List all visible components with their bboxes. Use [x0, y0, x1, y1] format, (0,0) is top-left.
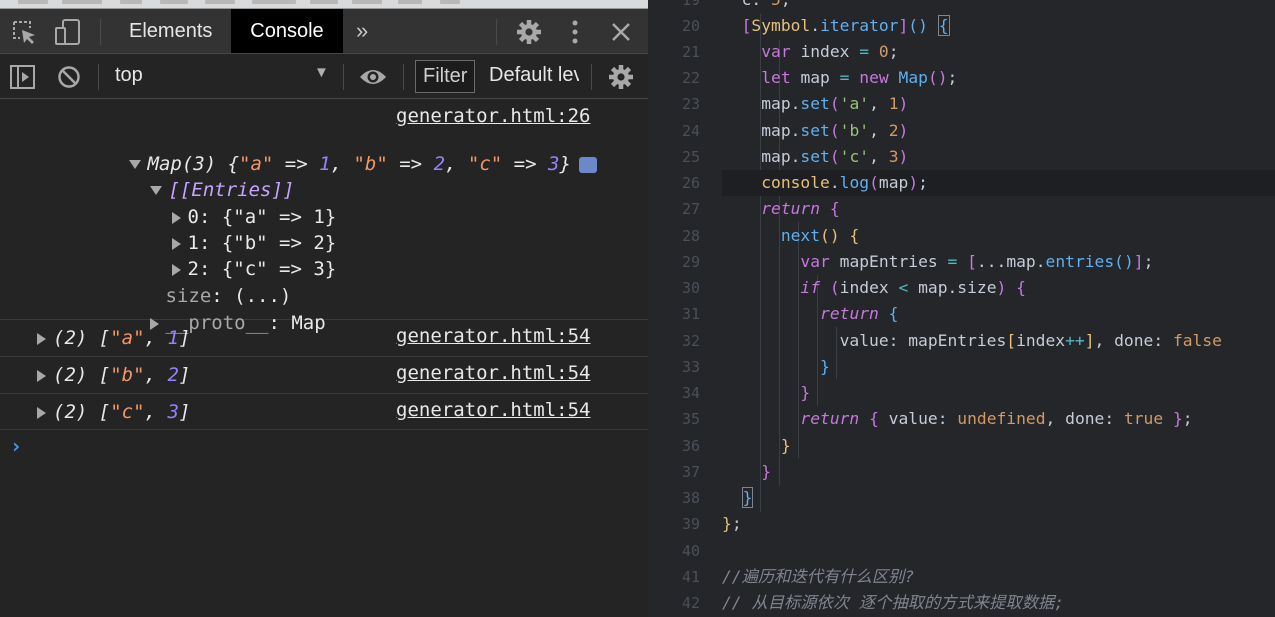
settings-icon[interactable] [516, 19, 542, 45]
console-message-array: (2) ["c", 3] generator.html:54 [0, 394, 648, 430]
close-icon[interactable] [608, 19, 634, 45]
code-line: 19 c: 5, [681, 0, 791, 9]
array-summary[interactable]: (2) ["c", 3] [37, 401, 190, 423]
collapsed-arrow-icon[interactable] [37, 332, 46, 345]
code-line: 27 return { [681, 199, 840, 218]
code-line: 33 } [681, 357, 830, 376]
context-selector[interactable]: top [115, 64, 143, 87]
code-line: 21 var index = 0; [681, 42, 899, 61]
code-line: 22 let map = new Map(); [681, 68, 958, 87]
eye-icon[interactable] [359, 67, 387, 87]
devtools-panel: Elements Console » top ▼ Filter Default … [0, 0, 648, 617]
code-line: 24 map.set('b', 2) [681, 121, 909, 140]
tab-console[interactable]: Console [231, 9, 343, 53]
devtools-tabbar: Elements Console » [0, 9, 648, 54]
console-prompt[interactable]: › [10, 434, 22, 458]
code-line: 31 return { [681, 304, 899, 323]
console-output: generator.html:26 Map(3) {"a" => 1, "b" … [0, 100, 648, 617]
inspect-icon[interactable] [11, 19, 37, 45]
log-levels-dropdown[interactable]: Default levels [489, 64, 579, 87]
device-toggle-icon[interactable] [55, 19, 81, 45]
code-line: 39}; [681, 514, 742, 533]
code-line: 20 [Symbol.iterator]() { [681, 15, 950, 36]
code-editor[interactable]: 19 c: 5, 20 [Symbol.iterator]() { 21 var… [648, 0, 1275, 617]
source-link[interactable]: generator.html:54 [396, 399, 590, 421]
filter-input[interactable]: Filter [415, 60, 475, 93]
code-line: 23 map.set('a', 1) [681, 94, 909, 113]
code-line-active: 26 console.log(map); [682, 170, 1275, 197]
source-link[interactable]: generator.html:26 [396, 105, 590, 127]
sidebar-toggle-icon[interactable] [10, 65, 35, 89]
code-line: 25 map.set('c', 3) [681, 147, 909, 166]
source-link[interactable]: generator.html:54 [396, 362, 590, 384]
code-line: 29 var mapEntries = [...map.entries()]; [681, 252, 1154, 271]
array-summary[interactable]: (2) ["b", 2] [37, 364, 190, 386]
code-line: 35 return { value: undefined, done: true… [681, 409, 1193, 428]
code-line: 37 } [681, 462, 772, 481]
code-line: 32 value: mapEntries[index++], done: fal… [681, 331, 1222, 350]
array-summary[interactable]: (2) ["a", 1] [37, 327, 190, 349]
console-message-map: generator.html:26 Map(3) {"a" => 1, "b" … [0, 100, 648, 334]
info-icon[interactable] [578, 156, 597, 173]
console-message-array: (2) ["a", 1] generator.html:54 [0, 320, 648, 357]
code-line: 40 [681, 542, 700, 560]
tab-elements[interactable]: Elements [129, 9, 212, 53]
code-line: 28 next() { [681, 226, 860, 245]
clear-console-icon[interactable] [57, 65, 81, 89]
console-filterbar: top ▼ Filter Default levels [0, 55, 648, 99]
browser-bookmarks-strip [0, 0, 648, 9]
collapsed-arrow-icon[interactable] [37, 406, 46, 419]
code-line: 38 } [681, 487, 754, 508]
source-link[interactable]: generator.html:54 [396, 325, 590, 347]
console-settings-icon[interactable] [608, 64, 634, 90]
code-line: 41//遍历和迭代有什么区别? [681, 567, 915, 586]
code-line: 36 } [681, 436, 791, 455]
console-message-array: (2) ["b", 2] generator.html:54 [0, 357, 648, 394]
code-line: 34 } [681, 383, 811, 402]
chevron-down-icon[interactable]: ▼ [314, 64, 329, 81]
code-line: 30 if (index < map.size) { [681, 278, 1026, 297]
more-tabs-icon[interactable]: » [356, 9, 368, 53]
code-line: 42// 从目标源依次 逐个抽取的方式来提取数据; [681, 593, 1065, 612]
collapsed-arrow-icon[interactable] [37, 369, 46, 382]
kebab-menu-icon[interactable] [562, 19, 588, 45]
